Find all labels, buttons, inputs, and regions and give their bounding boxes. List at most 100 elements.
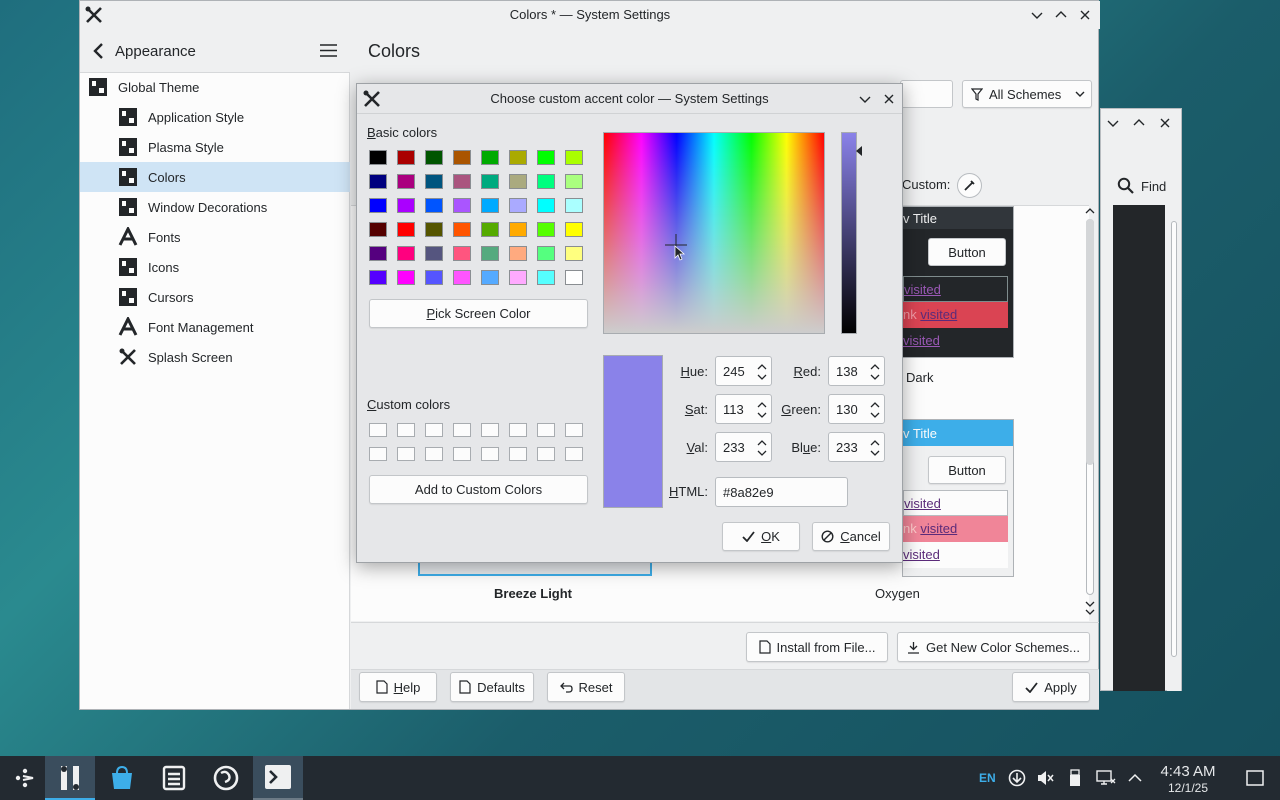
basic-color-swatch[interactable] xyxy=(397,246,415,261)
basic-color-swatch[interactable] xyxy=(369,198,387,213)
task-system-settings[interactable] xyxy=(45,756,95,800)
maximize-icon[interactable] xyxy=(1051,5,1071,25)
custom-color-slot[interactable] xyxy=(537,447,555,461)
scrollbar-thumb[interactable] xyxy=(1086,219,1094,465)
custom-color-slot[interactable] xyxy=(509,447,527,461)
basic-color-swatch[interactable] xyxy=(565,270,583,285)
get-new-schemes-button[interactable]: Get New Color Schemes... xyxy=(897,632,1090,662)
cancel-button[interactable]: Cancel xyxy=(812,522,890,551)
custom-color-slot[interactable] xyxy=(397,423,415,437)
custom-color-slot[interactable] xyxy=(481,447,499,461)
tray-expand[interactable] xyxy=(1123,756,1147,800)
sidebar-item-application-style[interactable]: Application Style xyxy=(80,102,350,132)
basic-color-swatch[interactable] xyxy=(425,222,443,237)
help-button[interactable]: Help xyxy=(359,672,437,702)
basic-color-swatch[interactable] xyxy=(425,198,443,213)
basic-color-swatch[interactable] xyxy=(481,270,499,285)
sidebar-item-colors[interactable]: Colors xyxy=(80,162,350,192)
basic-color-swatch[interactable] xyxy=(565,246,583,261)
hamburger-menu-icon[interactable] xyxy=(320,43,337,58)
search-input[interactable] xyxy=(900,80,953,108)
basic-color-swatch[interactable] xyxy=(565,150,583,165)
value-slider-handle[interactable] xyxy=(856,146,862,156)
val-spinbox[interactable]: 233 xyxy=(715,432,772,462)
basic-color-swatch[interactable] xyxy=(369,270,387,285)
basic-color-swatch[interactable] xyxy=(509,270,527,285)
basic-color-swatch[interactable] xyxy=(453,246,471,261)
html-input[interactable]: #8a82e9 xyxy=(715,477,848,507)
basic-color-swatch[interactable] xyxy=(509,246,527,261)
close-icon[interactable] xyxy=(1155,113,1175,133)
basic-color-swatch[interactable] xyxy=(481,150,499,165)
basic-color-swatch[interactable] xyxy=(425,174,443,189)
basic-color-swatch[interactable] xyxy=(537,174,555,189)
basic-color-swatch[interactable] xyxy=(397,222,415,237)
basic-color-swatch[interactable] xyxy=(369,246,387,261)
reset-button[interactable]: Reset xyxy=(547,672,625,702)
basic-color-swatch[interactable] xyxy=(565,198,583,213)
sidebar-item-plasma-style[interactable]: Plasma Style xyxy=(80,132,350,162)
content-scrollbar[interactable] xyxy=(1083,205,1097,621)
clock[interactable]: 4:43 AM 12/1/25 xyxy=(1150,763,1226,795)
basic-color-swatch[interactable] xyxy=(509,222,527,237)
spin-arrows-icon[interactable] xyxy=(757,362,767,382)
custom-color-slot[interactable] xyxy=(369,447,387,461)
basic-color-swatch[interactable] xyxy=(453,222,471,237)
chevron-up-icon[interactable] xyxy=(1129,113,1149,133)
custom-color-slot[interactable] xyxy=(481,423,499,437)
basic-color-swatch[interactable] xyxy=(369,174,387,189)
basic-color-swatch[interactable] xyxy=(425,246,443,261)
sidebar-item-global-theme[interactable]: Global Theme xyxy=(80,72,350,102)
spin-arrows-icon[interactable] xyxy=(757,400,767,420)
basic-color-swatch[interactable] xyxy=(481,246,499,261)
basic-color-swatch[interactable] xyxy=(453,198,471,213)
scheme-preview-dark[interactable]: v Title Button visited nk visited visite… xyxy=(902,206,1014,358)
basic-color-swatch[interactable] xyxy=(453,150,471,165)
basic-color-swatch[interactable] xyxy=(481,174,499,189)
sidebar-item-cursors[interactable]: Cursors xyxy=(80,282,350,312)
scheme-filter-dropdown[interactable]: All Schemes xyxy=(962,80,1092,108)
red-spinbox[interactable]: 138 xyxy=(828,356,885,386)
sat-spinbox[interactable]: 113 xyxy=(715,394,772,424)
spin-arrows-icon[interactable] xyxy=(757,438,767,458)
tray-usb[interactable] xyxy=(1063,756,1087,800)
custom-color-slot[interactable] xyxy=(425,423,443,437)
blue-spinbox[interactable]: 233 xyxy=(828,432,885,462)
minimize-icon[interactable] xyxy=(1027,5,1047,25)
custom-color-slot[interactable] xyxy=(453,423,471,437)
basic-color-swatch[interactable] xyxy=(509,198,527,213)
basic-color-swatch[interactable] xyxy=(425,270,443,285)
install-from-file-button[interactable]: Install from File... xyxy=(746,632,888,662)
green-spinbox[interactable]: 130 xyxy=(828,394,885,424)
sidebar-item-icons[interactable]: Icons xyxy=(80,252,350,282)
basic-color-swatch[interactable] xyxy=(537,270,555,285)
keyboard-layout-indicator[interactable]: EN xyxy=(979,771,996,785)
scheme-preview-oxygen[interactable]: v Title Button visited nk visited visite… xyxy=(902,419,1014,577)
scrollbar-thumb[interactable] xyxy=(1171,221,1177,657)
basic-color-swatch[interactable] xyxy=(369,222,387,237)
custom-color-slot[interactable] xyxy=(397,447,415,461)
find-button[interactable]: Find xyxy=(1117,177,1166,195)
back-arrow-icon[interactable] xyxy=(92,42,106,60)
custom-color-slot[interactable] xyxy=(369,423,387,437)
spin-arrows-icon[interactable] xyxy=(870,362,880,382)
basic-color-swatch[interactable] xyxy=(453,174,471,189)
tray-volume[interactable] xyxy=(1033,756,1057,800)
sidebar-item-splash-screen[interactable]: Splash Screen xyxy=(80,342,350,372)
basic-color-swatch[interactable] xyxy=(397,174,415,189)
show-desktop-button[interactable] xyxy=(1240,756,1270,800)
basic-color-swatch[interactable] xyxy=(397,270,415,285)
task-firefox[interactable] xyxy=(201,756,251,800)
hue-saturation-field[interactable] xyxy=(603,132,825,334)
basic-color-swatch[interactable] xyxy=(565,222,583,237)
scrollbar[interactable] xyxy=(1167,205,1181,691)
custom-color-slot[interactable] xyxy=(565,423,583,437)
basic-color-swatch[interactable] xyxy=(509,150,527,165)
tray-updates[interactable] xyxy=(1005,756,1029,800)
basic-color-swatch[interactable] xyxy=(369,150,387,165)
custom-color-slot[interactable] xyxy=(453,447,471,461)
close-icon[interactable] xyxy=(1075,5,1095,25)
scroll-up-icon[interactable] xyxy=(1085,207,1095,215)
basic-color-swatch[interactable] xyxy=(453,270,471,285)
basic-color-swatch[interactable] xyxy=(537,150,555,165)
